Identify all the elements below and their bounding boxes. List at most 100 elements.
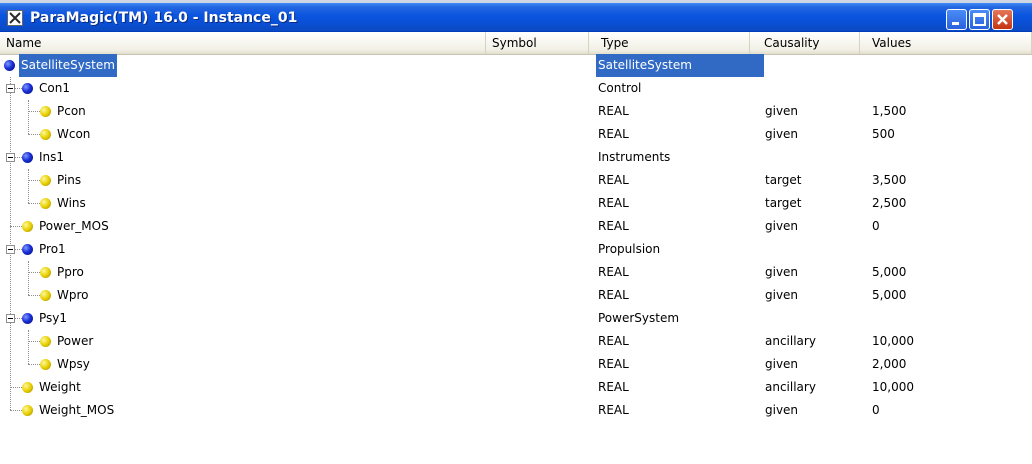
collapse-toggle[interactable]: [6, 314, 15, 323]
column-header-values[interactable]: Values: [860, 32, 1032, 54]
tree-row[interactable]: SatelliteSystem SatelliteSystem: [0, 54, 1032, 77]
value-cell[interactable]: 500: [872, 123, 895, 146]
tree-item-name[interactable]: Wins: [55, 192, 88, 215]
window-title: ParaMagic(TM) 16.0 - Instance_01: [30, 10, 298, 26]
causality-cell: ancillary: [765, 380, 816, 394]
tree-connector: [28, 203, 40, 204]
maximize-button[interactable]: [969, 9, 990, 30]
tree-connector: [15, 88, 22, 89]
causality-cell: ancillary: [765, 334, 816, 348]
value-cell[interactable]: 1,500: [872, 100, 906, 123]
column-header: Name Symbol Type Causality Values: [0, 32, 1032, 55]
causality-cell: given: [765, 288, 799, 302]
value-cell[interactable]: 0: [872, 399, 880, 422]
tree-row[interactable]: Weight_MOS REAL given 0: [0, 399, 1032, 422]
tree-row[interactable]: Wpsy REAL given 2,000: [0, 353, 1032, 376]
causality-cell: given: [765, 219, 799, 233]
tree-row[interactable]: Psy1 PowerSystem: [0, 307, 1032, 330]
tree-connector: [28, 295, 40, 296]
column-header-causality[interactable]: Causality: [750, 32, 860, 54]
tree-connector: [28, 364, 40, 365]
value-cell[interactable]: 3,500: [872, 169, 906, 192]
type-cell: PowerSystem: [598, 311, 680, 325]
tree-connector: [28, 180, 40, 181]
tree-table: SatelliteSystem SatelliteSystem Con1 Contro…: [0, 54, 1032, 464]
tree-connector: [10, 387, 22, 388]
type-cell: REAL: [598, 219, 629, 233]
tree-item-name[interactable]: Pins: [55, 169, 83, 192]
tree-row[interactable]: Power REAL ancillary 10,000: [0, 330, 1032, 353]
value-cell[interactable]: 5,000: [872, 284, 906, 307]
tree-row[interactable]: Con1 Control: [0, 77, 1032, 100]
tree-connector: [28, 272, 40, 273]
tree-row[interactable]: Weight REAL ancillary 10,000: [0, 376, 1032, 399]
column-header-symbol[interactable]: Symbol: [486, 32, 589, 54]
tree-connector: [15, 318, 22, 319]
tree-item-name[interactable]: Power_MOS: [37, 215, 111, 238]
collapse-toggle[interactable]: [6, 245, 15, 254]
tree-connector: [28, 134, 40, 135]
tree-item-name[interactable]: Power: [55, 330, 95, 353]
tree-item-name[interactable]: Psy1: [37, 307, 69, 330]
tree-item-name[interactable]: SatelliteSystem: [19, 54, 117, 77]
value-cell[interactable]: 10,000: [872, 330, 914, 353]
value-cell[interactable]: 2,000: [872, 353, 906, 376]
tree-row[interactable]: Ins1 Instruments: [0, 146, 1032, 169]
app-icon: [7, 10, 23, 26]
collapse-toggle[interactable]: [6, 84, 15, 93]
value-cell[interactable]: 10,000: [872, 376, 914, 399]
minimize-button[interactable]: [946, 9, 967, 30]
type-cell: REAL: [598, 403, 629, 417]
type-cell: REAL: [598, 380, 629, 394]
yellow-ball-icon: [40, 106, 51, 117]
tree-item-name[interactable]: Wpsy: [55, 353, 92, 376]
maximize-icon: [973, 13, 986, 26]
close-button[interactable]: [992, 9, 1013, 30]
value-cell[interactable]: 5,000: [872, 261, 906, 284]
type-cell: SatelliteSystem: [596, 54, 764, 77]
tree-item-name[interactable]: Ins1: [37, 146, 66, 169]
column-header-type[interactable]: Type: [589, 32, 750, 54]
yellow-ball-icon: [40, 129, 51, 140]
value-cell[interactable]: 0: [872, 215, 880, 238]
tree-row[interactable]: Ppro REAL given 5,000: [0, 261, 1032, 284]
yellow-ball-icon: [40, 290, 51, 301]
causality-cell: given: [765, 357, 799, 371]
tree-item-name[interactable]: Weight: [37, 376, 83, 399]
blue-ball-icon: [22, 83, 33, 94]
yellow-ball-icon: [40, 198, 51, 209]
tree-row[interactable]: Pcon REAL given 1,500: [0, 100, 1032, 123]
tree-row[interactable]: Pins REAL target 3,500: [0, 169, 1032, 192]
causality-cell: target: [765, 196, 802, 210]
yellow-ball-icon: [40, 359, 51, 370]
tree-item-name[interactable]: Con1: [37, 77, 72, 100]
tree-row[interactable]: Pro1 Propulsion: [0, 238, 1032, 261]
type-cell: REAL: [598, 334, 629, 348]
collapse-toggle[interactable]: [6, 153, 15, 162]
tree-item-name[interactable]: Ppro: [55, 261, 86, 284]
yellow-ball-icon: [40, 267, 51, 278]
tree-row[interactable]: Wins REAL target 2,500: [0, 192, 1032, 215]
tree-item-name[interactable]: Pro1: [37, 238, 68, 261]
causality-cell: given: [765, 403, 799, 417]
column-header-name[interactable]: Name: [0, 32, 486, 54]
title-bar[interactable]: ParaMagic(TM) 16.0 - Instance_01: [0, 3, 1032, 32]
tree-connector: [15, 249, 22, 250]
tree-connector: [28, 111, 40, 112]
blue-ball-icon: [22, 244, 33, 255]
blue-ball-icon: [22, 313, 33, 324]
type-cell: Propulsion: [598, 242, 661, 256]
value-cell[interactable]: 2,500: [872, 192, 906, 215]
tree-item-name[interactable]: Weight_MOS: [37, 399, 116, 422]
causality-cell: target: [765, 173, 802, 187]
tree-item-name[interactable]: Wpro: [55, 284, 91, 307]
type-cell: REAL: [598, 173, 629, 187]
tree-row[interactable]: Power_MOS REAL given 0: [0, 215, 1032, 238]
tree-connector: [10, 226, 22, 227]
tree-row[interactable]: Wpro REAL given 5,000: [0, 284, 1032, 307]
blue-ball-icon: [4, 60, 15, 71]
tree-item-name[interactable]: Wcon: [55, 123, 92, 146]
tree-row[interactable]: Wcon REAL given 500: [0, 123, 1032, 146]
tree-item-name[interactable]: Pcon: [55, 100, 88, 123]
yellow-ball-icon: [40, 175, 51, 186]
